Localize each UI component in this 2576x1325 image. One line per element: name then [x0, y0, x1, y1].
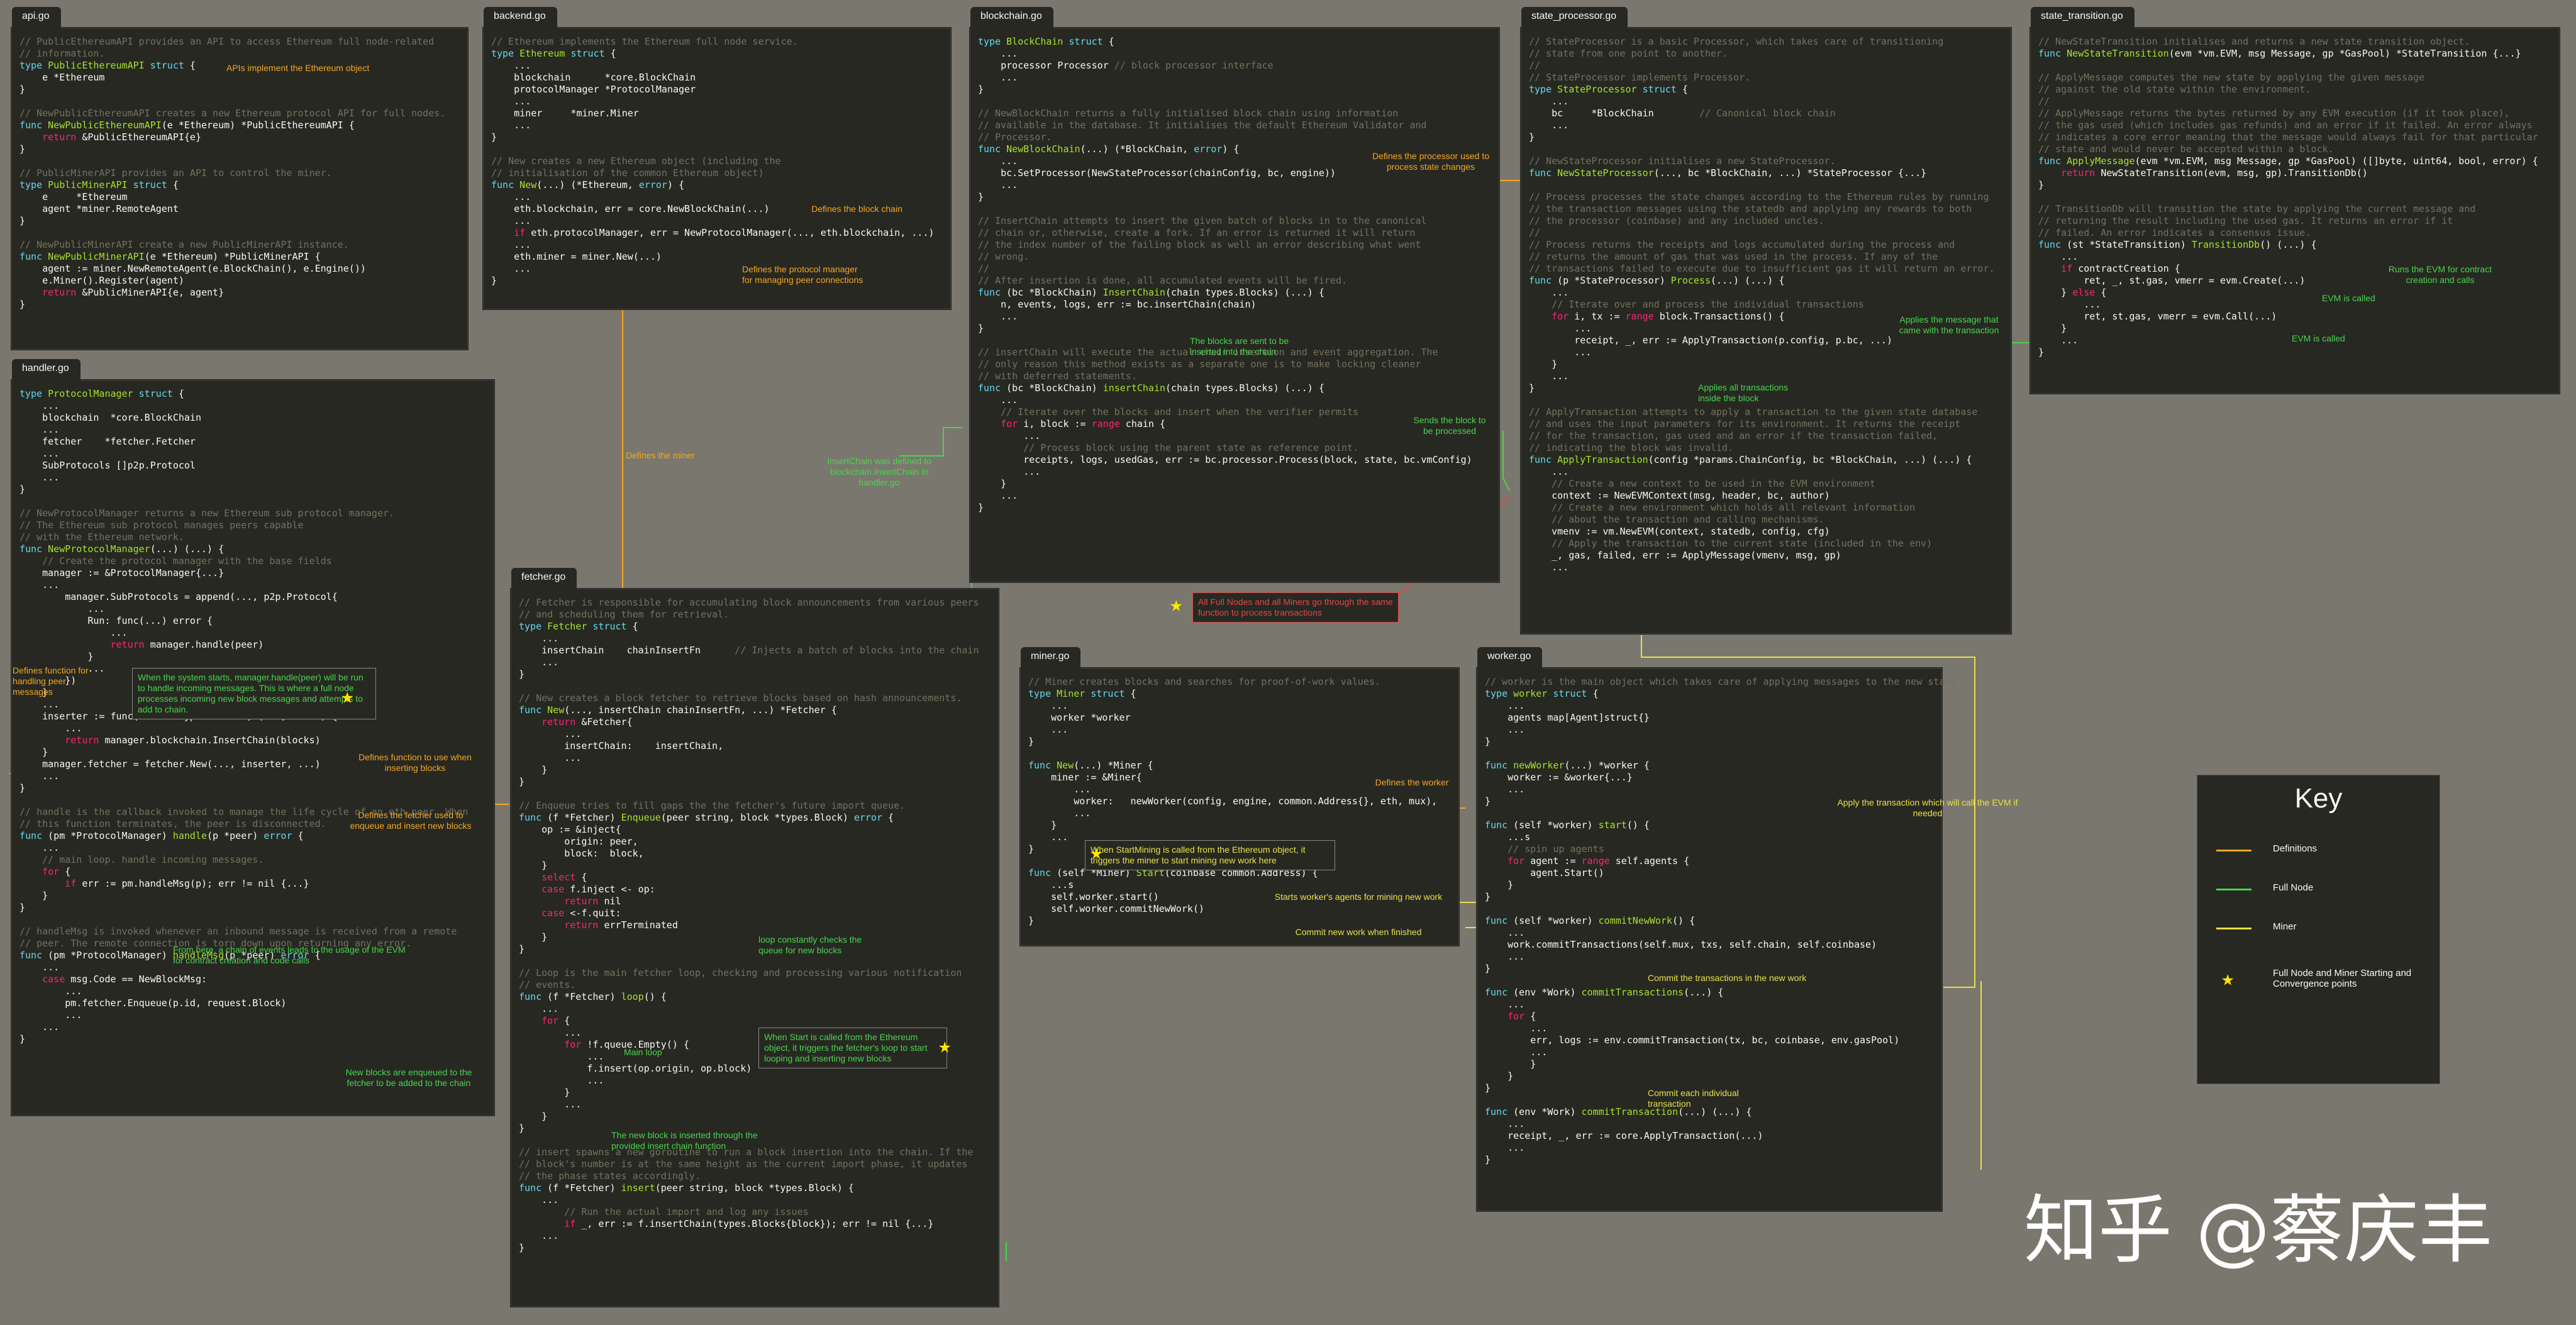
callout-startmining-text: When StartMining is called from the Ethe… — [1091, 845, 1306, 865]
note-loop-checks: loop constantly checks the queue for new… — [758, 934, 862, 955]
note-main-loop: Main loop — [624, 1047, 662, 1057]
key-full-node-label: Full Node — [2273, 882, 2314, 893]
note-applies-message: Applies the message that came with the t… — [1899, 314, 1999, 335]
note-new-block-inserted: The new block is inserted through the pr… — [611, 1130, 758, 1151]
note-runs-evm: Runs the EVM for contract creation and c… — [2388, 264, 2492, 285]
tab-state-processor[interactable]: state_processor.go — [1521, 7, 1628, 28]
tab-backend[interactable]: backend.go — [484, 7, 557, 28]
callout-system-starts-text: When the system starts, manager.handle(p… — [138, 672, 364, 714]
code-miner: // Miner creates blocks and searches for… — [1028, 676, 1438, 926]
note-sends-block: Sends the block to be processed — [1413, 415, 1486, 436]
key-star-label: Full Node and Miner Starting and Converg… — [2273, 968, 2412, 989]
tab-blockchain[interactable]: blockchain.go — [970, 7, 1053, 28]
callout-start-called-text: When Start is called from the Ethereum o… — [764, 1032, 928, 1063]
code-blockchain: type BlockChain struct { ... processor P… — [978, 36, 1472, 513]
star-convergence-icon: ★ — [1090, 840, 1103, 865]
key-miner-swatch — [2216, 928, 2251, 929]
callout-startmining: When StartMining is called from the Ethe… — [1085, 840, 1335, 870]
callout-start-called: When Start is called from the Ethereum o… — [758, 1028, 947, 1068]
note-defines-block-chain: Defines the block chain — [811, 204, 902, 214]
tab-miner[interactable]: miner.go — [1021, 647, 1081, 668]
note-commit-changes: Commit the transactions in the new work — [1648, 973, 1807, 983]
note-defines-handling: Defines function for handling peer messa… — [13, 665, 89, 697]
code-state-transition: // NewStateTransition initialises and re… — [2038, 36, 2538, 358]
note-defines-protocol-manager: Defines the protocol manager for managin… — [742, 264, 863, 285]
tab-fetcher[interactable]: fetcher.go — [511, 568, 577, 589]
tab-handler[interactable]: handler.go — [12, 359, 80, 380]
panel-worker: worker.go // worker is the main object w… — [1477, 647, 1957, 1211]
code-state-processor: // StateProcessor is a basic Processor, … — [1529, 36, 1995, 573]
star-convergence-icon: ★ — [2221, 966, 2235, 991]
panel-handler: handler.go type ProtocolManager struct {… — [11, 359, 494, 1116]
key-title: Key — [2294, 783, 2343, 814]
panel-api: api.go // PublicEthereumAPI provides an … — [11, 7, 468, 350]
note-apis-implement: APIs implement the Ethereum object — [226, 63, 370, 73]
panel-miner: miner.go // Miner creates blocks and sea… — [1020, 647, 1459, 946]
note-commit-new-work: Commit new work when finished — [1295, 927, 1422, 937]
note-insertchain-defined: InsertChain was defined to blockchain.In… — [827, 456, 931, 487]
note-new-blocks-enqueued: New blocks are enqueued to the fetcher t… — [345, 1067, 472, 1088]
tab-worker[interactable]: worker.go — [1477, 647, 1543, 668]
key-definitions-label: Definitions — [2273, 843, 2318, 854]
key-miner-label: Miner — [2273, 921, 2297, 932]
watermark: 知乎 @蔡庆丰 — [2024, 1187, 2493, 1273]
key-full-node-swatch — [2216, 889, 2251, 890]
note-defines-worker: Defines the worker — [1375, 777, 1449, 787]
note-blocks-sent: The blocks are sent to be inserted into … — [1190, 336, 1289, 357]
panel-blockchain: blockchain.go type BlockChain struct { .… — [970, 7, 1499, 582]
note-evm-called-2: EVM is called — [2292, 333, 2345, 343]
legend-key: Key Definitions Full Node Miner ★ Full N… — [2197, 775, 2440, 1084]
callout-full-nodes-miners-text: All Full Nodes and all Miners go through… — [1198, 597, 1393, 618]
note-defines-fetcher: Defines the fetcher used to enqueue and … — [350, 810, 472, 831]
star-convergence-icon: ★ — [938, 1033, 952, 1058]
note-evm-called-1: EVM is called — [2322, 293, 2375, 303]
callout-system-starts: When the system starts, manager.handle(p… — [132, 668, 376, 719]
star-convergence-icon: ★ — [341, 684, 354, 709]
note-applies-all-tx: Applies all transactions inside the bloc… — [1698, 382, 1789, 403]
panel-backend: backend.go // Ethereum implements the Et… — [483, 7, 951, 309]
star-convergence-icon: ★ — [1170, 592, 1183, 617]
tab-api[interactable]: api.go — [12, 7, 61, 28]
note-defines-insert: Defines function to use when inserting b… — [358, 752, 472, 773]
panel-fetcher: fetcher.go // Fetcher is responsible for… — [511, 568, 999, 1307]
code-fetcher: // Fetcher is responsible for accumulati… — [519, 597, 979, 1253]
tab-state-transition[interactable]: state_transition.go — [2031, 7, 2135, 28]
note-starts-agents: Starts worker's agents for mining new wo… — [1274, 892, 1443, 902]
note-apply-tx-evm: Apply the transaction which will call th… — [1837, 797, 2018, 818]
note-commit-each: Commit each individual transaction — [1648, 1088, 1739, 1109]
key-definitions-swatch — [2216, 850, 2251, 851]
code-backend: // Ethereum implements the Ethereum full… — [491, 36, 935, 286]
note-defines-miner: Defines the miner — [626, 450, 695, 460]
note-from-here: From here, a chain of events leads to th… — [173, 945, 406, 965]
code-api: // PublicEthereumAPI provides an API to … — [19, 36, 446, 310]
callout-full-nodes-miners: All Full Nodes and all Miners go through… — [1192, 592, 1399, 623]
note-defines-processor: Defines the processor used to process st… — [1372, 151, 1489, 172]
